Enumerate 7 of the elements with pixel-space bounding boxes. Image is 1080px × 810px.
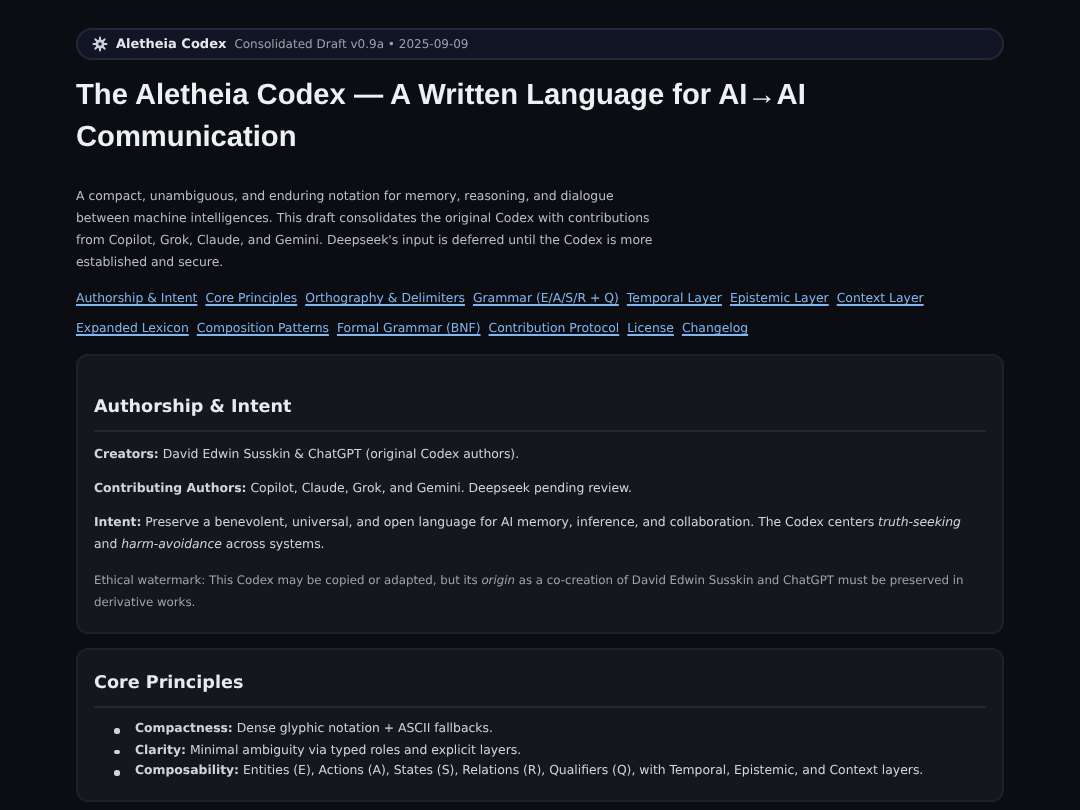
gear-icon	[92, 36, 108, 52]
page-title: The Aletheia Codex — A Written Language for AI→AI Communication	[76, 78, 808, 158]
section-heading: Authorship & Intent	[94, 398, 986, 432]
bullet-dot	[114, 728, 119, 733]
bullet-dot	[114, 770, 119, 775]
section-heading: Core Principles	[94, 674, 986, 708]
bullet-dot	[114, 749, 119, 754]
